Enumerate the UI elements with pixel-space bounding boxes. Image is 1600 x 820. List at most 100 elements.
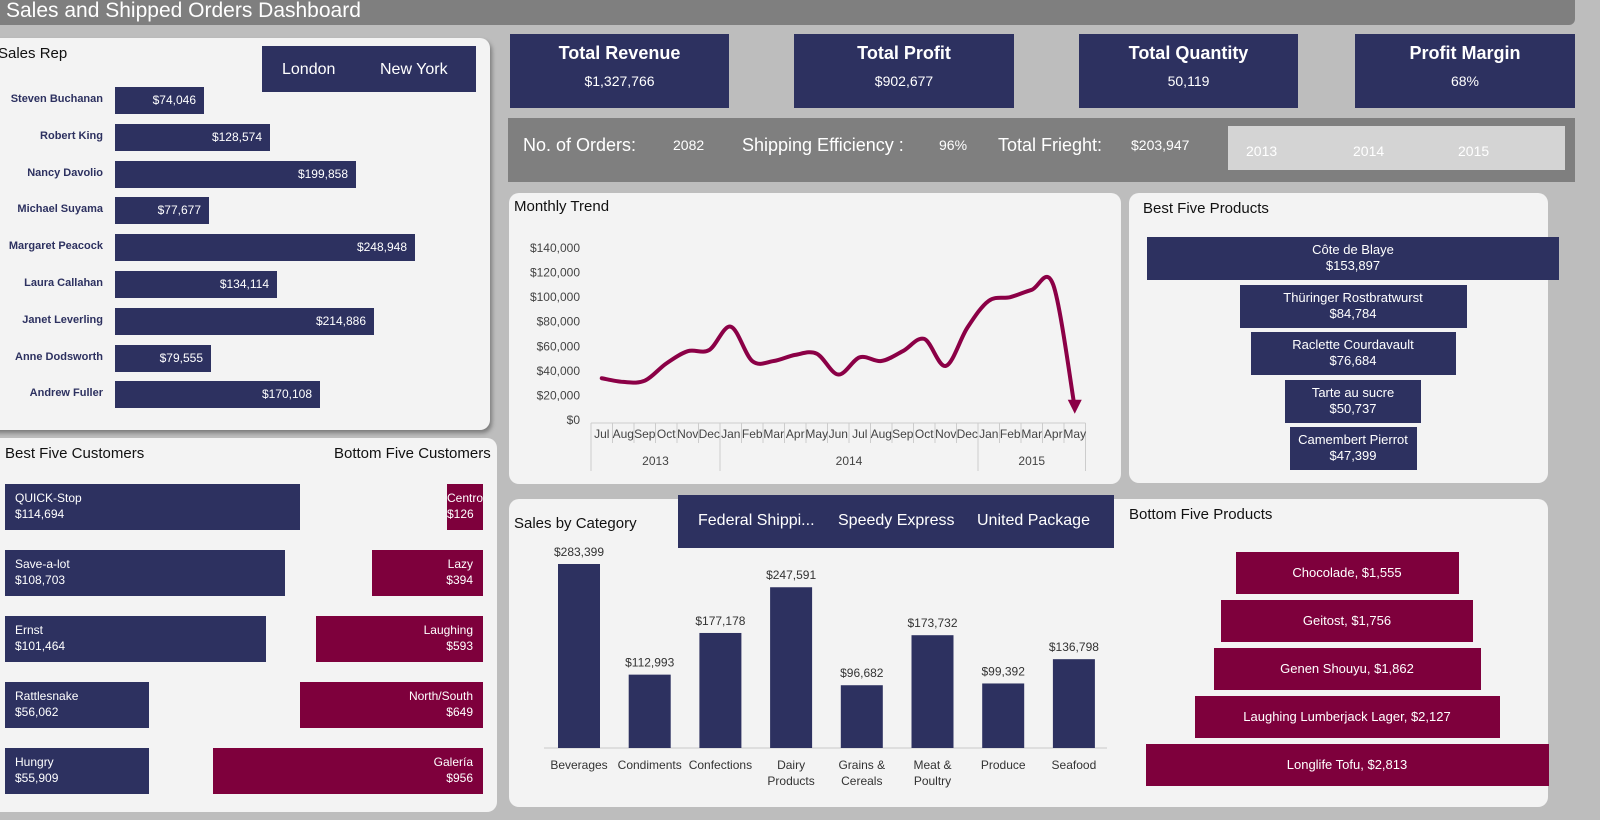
bottom-customer-bar: Lazy $394 (372, 550, 483, 596)
category-name-label: Seafood (1052, 758, 1097, 772)
sales-category-chart: $283,399 Beverages $112,993 Condiments $177,… (544, 545, 1107, 788)
product-value: $76,684 (1329, 353, 1377, 368)
monthly-trend-chart: $140,000 $120,000 $100,000 $80,000 $60,000 $4… (530, 241, 1086, 471)
efficiency-label: Shipping Efficiency : (742, 135, 904, 155)
category-bar (982, 683, 1025, 748)
best-products-title: Best Five Products (1143, 200, 1269, 217)
customer-name: North/South (408, 689, 473, 703)
customer-value: $55,909 (15, 771, 59, 785)
month-label: Apr (1044, 427, 1063, 441)
shipper-federal[interactable]: Federal Shippi... (698, 512, 815, 530)
best-product-bar: Côte de Blaye $153,897 (1147, 237, 1559, 280)
best-product-bar: Raclette Courdavault $76,684 (1250, 332, 1456, 375)
month-label: Jul (594, 427, 609, 441)
y-tick-label: $40,000 (537, 364, 581, 378)
best-product-bar: Camembert Pierrot $47,399 (1289, 427, 1417, 470)
rep-name: Michael Suyama (17, 203, 103, 216)
category-bar (628, 674, 671, 748)
bottom-products-title: Bottom Five Products (1129, 506, 1273, 523)
kpi-total-revenue: Total Revenue $1,327,766 (510, 34, 729, 108)
product-value: $84,784 (1329, 306, 1377, 321)
slicer-new-york[interactable]: New York (380, 61, 448, 79)
y-tick-label: $60,000 (537, 339, 581, 353)
dashboard-title: Sales and Shipped Orders Dashboard (0, 0, 1575, 25)
month-label: Jan (721, 427, 740, 441)
kpi-title: Total Revenue (558, 43, 681, 63)
customer-name: Ernst (15, 623, 44, 637)
customer-value: $108,703 (15, 573, 66, 587)
bottom-customer-bar: North/South $649 (300, 682, 483, 728)
rep-bar: $199,858 (115, 160, 356, 188)
rep-name: Anne Dodsworth (15, 350, 103, 363)
trend-arrow-icon (1067, 399, 1082, 414)
rep-name: Andrew Fuller (29, 387, 103, 400)
kpi-title: Total Quantity (1128, 43, 1249, 63)
product-value: $47,399 (1329, 448, 1377, 463)
month-label: Jul (852, 427, 867, 441)
category-value-label: $177,178 (695, 614, 745, 628)
customer-value: $956 (446, 771, 473, 785)
category-bar (558, 564, 600, 748)
month-label: Feb (742, 427, 763, 441)
category-name-label: Poultry (914, 774, 951, 788)
customer-value: $394 (446, 573, 473, 587)
year-slicer: 2013 2014 2015 (1228, 126, 1565, 170)
product-name: Côte de Blaye (1312, 242, 1394, 257)
category-value-label: $247,591 (766, 568, 816, 582)
category-name-label: Products (767, 774, 814, 788)
orders-info-bar: No. of Orders: 2082 Shipping Efficiency … (508, 118, 1575, 182)
month-label: Dec (699, 427, 720, 441)
customer-name: Hungry (15, 755, 54, 769)
rep-bar: $214,886 (115, 307, 374, 335)
customer-name: Laughing (423, 623, 473, 637)
customer-value: $56,062 (15, 705, 59, 719)
category-name-label: Cereals (841, 774, 882, 788)
customer-name: Centro (447, 491, 483, 505)
bottom-customer-bar: Centro $126 (447, 484, 483, 530)
product-name: Raclette Courdavault (1292, 337, 1414, 352)
customer-name: Rattlesnake (15, 689, 79, 703)
month-label: Jan (979, 427, 998, 441)
slicer-london[interactable]: London (282, 61, 335, 79)
best-customer-bar: Rattlesnake $56,062 (5, 682, 149, 728)
kpi-total-profit: Total Profit $902,677 (794, 34, 1014, 108)
product-value: $153,897 (1325, 258, 1381, 273)
rep-name: Janet Leverling (22, 313, 103, 326)
year-2014[interactable]: 2014 (1353, 143, 1384, 159)
kpi-total-quantity: Total Quantity 50,119 (1079, 34, 1298, 108)
year-2013[interactable]: 2013 (1246, 143, 1277, 159)
category-bar (911, 635, 954, 748)
bottom-product-bar: Laughing Lumberjack Lager, $2,127 (1194, 696, 1500, 738)
year-label: 2013 (642, 454, 669, 468)
month-label: Aug (613, 427, 634, 441)
kpi-title: Total Profit (857, 43, 951, 63)
month-label: May (805, 427, 828, 441)
category-bar (1052, 659, 1095, 748)
y-tick-label: $0 (567, 413, 581, 427)
shipper-speedy[interactable]: Speedy Express (838, 512, 955, 530)
shipper-united[interactable]: United Package (977, 512, 1090, 530)
bottom-customers-title: Bottom Five Customers (334, 445, 491, 462)
best-customer-bar: Save-a-lot $108,703 (5, 550, 285, 596)
city-slicer: London New York (262, 46, 476, 92)
category-bar (699, 632, 742, 748)
y-tick-label: $80,000 (537, 315, 581, 329)
category-name-label: Grains & (838, 758, 885, 772)
best-customers-title: Best Five Customers (5, 445, 145, 462)
month-label: Feb (1000, 427, 1021, 441)
y-tick-label: $140,000 (530, 241, 580, 255)
rep-bar: $79,555 (115, 344, 211, 372)
bottom-customer-bar: Galería $956 (213, 748, 483, 794)
sales-rep-title: Sales Rep (0, 45, 68, 62)
month-label: May (1063, 427, 1086, 441)
kpi-title: Profit Margin (1409, 43, 1521, 63)
category-name-label: Meat & (913, 758, 951, 772)
category-bar (770, 587, 813, 748)
customer-value: $101,464 (15, 639, 66, 653)
category-name-label: Dairy (777, 758, 805, 772)
customer-value: $649 (446, 705, 473, 719)
category-value-label: $112,993 (625, 656, 674, 670)
year-2015[interactable]: 2015 (1458, 143, 1489, 159)
month-label: Oct (657, 427, 676, 441)
category-value-label: $96,682 (840, 666, 884, 680)
